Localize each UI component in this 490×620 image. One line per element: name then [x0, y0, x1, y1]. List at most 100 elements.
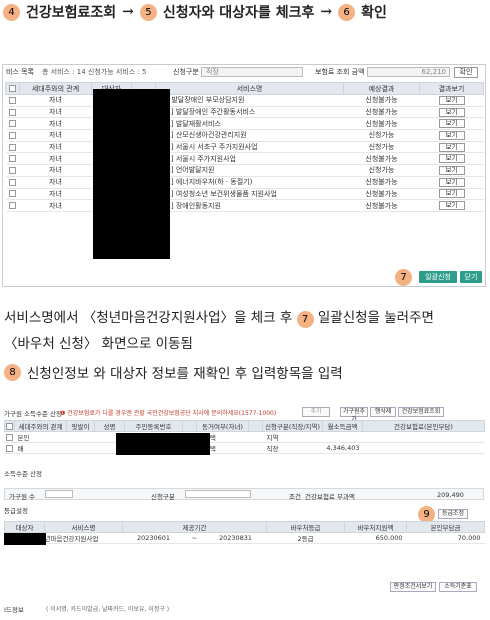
grade-adjust-button[interactable]: 등급조정	[438, 509, 468, 519]
category-field[interactable]: 직장	[201, 67, 303, 77]
confirm-button[interactable]: 확인	[454, 66, 478, 78]
instruction1-text-a: 서비스명에서 〈청년마음건강지원사업〉을 체크 후	[4, 310, 293, 326]
hh-select-all-checkbox[interactable]	[6, 422, 13, 430]
view-button[interactable]: 보기	[438, 95, 465, 105]
redacted-block	[93, 89, 170, 259]
member-row[interactable]: 배▾ 선택직장4,346,403	[4, 442, 485, 454]
row-service-name: 001] 장애인활동지원	[155, 199, 344, 212]
row-checkbox-cell[interactable]	[5, 106, 20, 119]
delete-row-button[interactable]: 행삭제	[370, 407, 396, 417]
member-blank	[248, 431, 263, 443]
row-checkbox[interactable]	[9, 108, 16, 116]
income-table-button[interactable]: 소득기준표	[439, 582, 477, 592]
household-header: 가구원 소득수준 산정 ❶ 건강보험료가 다를 경우엔 관할 국민건강보험공단 …	[2, 406, 486, 423]
insurance-sum-label: 건강보험료 부과액	[305, 493, 355, 501]
instruction2: 8 신청인정보 와 대상자 정보를 재확인 후 입력항목을 입력	[4, 362, 343, 382]
add-button[interactable]: 추가	[302, 407, 330, 417]
row-service-name: 001] 산모신생아건강관리지원	[155, 129, 344, 142]
insurance-sum-value: 209,490	[437, 491, 464, 499]
member-checkbox[interactable]	[6, 444, 13, 452]
row-result: 신청불가능	[343, 188, 420, 201]
members-count-select[interactable]	[45, 490, 73, 498]
hh-col-select[interactable]	[4, 420, 15, 432]
arrow-icon: →	[122, 4, 134, 20]
category-select[interactable]	[185, 490, 251, 498]
view-button[interactable]: 보기	[438, 154, 465, 164]
income-lookup-button[interactable]: 건강보험료조회	[398, 407, 444, 417]
row-result: 신청불가능	[343, 199, 420, 212]
hh-col-relation: 세대주와의 관계	[14, 420, 67, 432]
add-member-button[interactable]: 가구원추가	[340, 407, 368, 423]
grade-row[interactable]: 년마음건강지원사업 20230601 ~ 20230831 2등급 650,00…	[4, 532, 485, 544]
grade-start-date: 20230601	[122, 532, 185, 544]
row-checkbox[interactable]	[9, 166, 16, 174]
row-checkbox[interactable]	[9, 190, 16, 198]
row-checkbox-cell[interactable]	[5, 164, 20, 177]
row-checkbox-cell[interactable]	[5, 141, 20, 154]
grade-col-target: 대상자	[4, 521, 45, 533]
bulk-apply-button[interactable]: 일괄신청	[419, 271, 457, 283]
member-insurance[interactable]	[362, 442, 485, 454]
insurance-field[interactable]: 62,210	[367, 67, 450, 77]
service-list-title: 비스 목록	[6, 68, 34, 76]
hh-col-blank2	[248, 420, 263, 432]
table-row[interactable]: 자녀 001] 발달재활서비스 신청불가능 보기	[5, 117, 484, 131]
household-header-row: 세대주와의 관계 핏발이 성명 주민등록번호 동거여부(자녀) 신청구분(직장/…	[4, 420, 485, 432]
row-service-name: 022] 서울시 서초구 주가지원사업	[155, 141, 344, 154]
close-button[interactable]: 닫기	[460, 271, 482, 283]
row-checkbox-cell[interactable]	[5, 94, 20, 107]
row-checkbox[interactable]	[9, 178, 16, 186]
select-all-checkbox[interactable]	[9, 85, 16, 92]
table-row[interactable]: 자녀 03] 발달장애인 부모상담지원 신청불가능 보기	[5, 94, 484, 107]
service-list-footer: 7 일괄신청 닫기	[3, 268, 485, 286]
view-button[interactable]: 보기	[438, 142, 465, 152]
member-insurance[interactable]	[362, 431, 485, 443]
view-button[interactable]: 보기	[438, 177, 465, 187]
view-button[interactable]: 보기	[438, 165, 465, 175]
table-row[interactable]: 자녀 001] 여성청소년 보건위생물품 지원사업 신청불가능 보기	[5, 188, 484, 201]
table-row[interactable]: 자녀 002] 언어발달지원 신청가능 보기	[5, 164, 484, 177]
member-category: 직장	[262, 442, 323, 454]
row-checkbox-cell[interactable]	[5, 117, 20, 131]
row-checkbox[interactable]	[9, 143, 16, 151]
view-button[interactable]: 보기	[438, 130, 465, 140]
table-row[interactable]: 자녀 001] 산모신생아건강관리지원 신청가능 보기	[5, 129, 484, 142]
row-checkbox[interactable]	[9, 202, 16, 210]
row-checkbox[interactable]	[9, 120, 16, 128]
view-button[interactable]: 보기	[438, 107, 465, 117]
row-checkbox-cell[interactable]	[5, 152, 20, 166]
member-row[interactable]: 본인▾ 선택지역	[4, 431, 485, 443]
table-row[interactable]: 자녀 001] 서울시 주가지원사업 신청불가능 보기	[5, 152, 484, 166]
row-service-name: 001] 에너지바우처(하 · 동절기)	[155, 176, 344, 189]
member-checkbox[interactable]	[6, 433, 13, 441]
check-criteria-button[interactable]: 판정조건서보기	[390, 582, 436, 592]
view-button[interactable]: 보기	[438, 189, 465, 199]
table-row[interactable]: 자녀 001] 에너지바우처(하 · 동절기) 신청불가능 보기	[5, 176, 484, 189]
row-result: 신청불가능	[343, 94, 420, 107]
view-button[interactable]: 보기	[438, 119, 465, 129]
table-row[interactable]: 자녀 001] 장애인활동지원 신청불가능 보기	[5, 199, 484, 212]
table-row[interactable]: 자녀 022] 서울시 서초구 주가지원사업 신청가능 보기	[5, 141, 484, 154]
row-checkbox-cell[interactable]	[5, 199, 20, 212]
row-relation: 자녀	[19, 176, 92, 189]
member-checkbox-cell[interactable]	[4, 431, 15, 443]
row-relation: 자녀	[19, 164, 92, 177]
row-view-cell: 보기	[419, 117, 484, 131]
member-foreign	[66, 442, 95, 454]
member-checkbox-cell[interactable]	[4, 442, 15, 454]
view-button[interactable]: 보기	[438, 201, 465, 211]
row-checkbox-cell[interactable]	[5, 188, 20, 201]
member-income[interactable]: 4,346,403	[322, 442, 363, 454]
step-badge-7-inline: 7	[296, 311, 314, 328]
doc-info-label: I드정보	[4, 606, 24, 614]
row-checkbox[interactable]	[9, 96, 16, 104]
select-all-cell[interactable]	[5, 82, 20, 95]
row-checkbox[interactable]	[9, 155, 16, 163]
row-checkbox[interactable]	[9, 131, 16, 139]
grade-table: 대상자 서비스명 제공기간 바우처등급 바우처지원액 본인부담금 년마음건강지원…	[4, 521, 486, 544]
member-income[interactable]	[322, 431, 363, 443]
row-checkbox-cell[interactable]	[5, 129, 20, 142]
row-relation: 자녀	[19, 199, 92, 212]
table-row[interactable]: 자녀 001] 발달장애인 주간활동서비스 신청불가능 보기	[5, 106, 484, 119]
row-checkbox-cell[interactable]	[5, 176, 20, 189]
